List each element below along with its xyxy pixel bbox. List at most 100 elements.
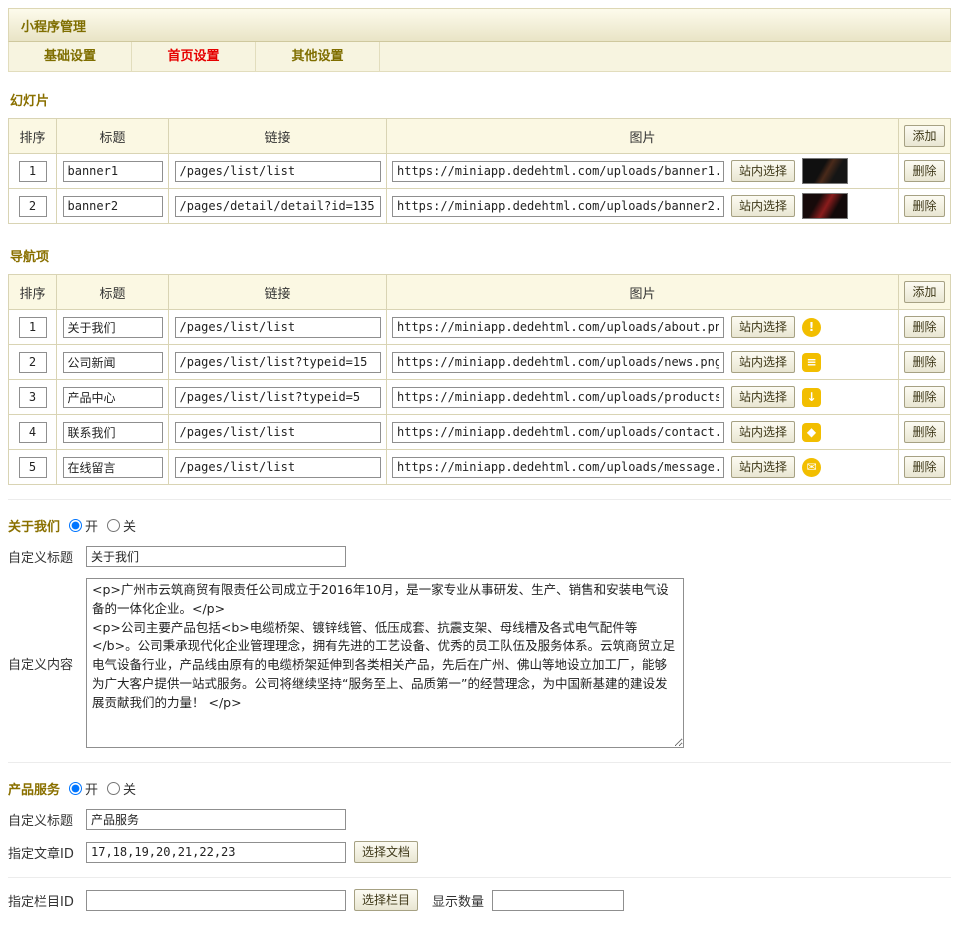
- nav-header-row: 排序 标题 链接 图片 添加: [9, 275, 951, 310]
- info-circle-icon: !: [802, 318, 821, 337]
- table-row: 站内选择 ! 删除: [9, 310, 951, 345]
- order-input[interactable]: [19, 422, 47, 443]
- add-button[interactable]: 添加: [904, 125, 944, 147]
- site-select-button[interactable]: 站内选择: [731, 195, 795, 217]
- delete-button[interactable]: 删除: [904, 160, 944, 182]
- table-row: 站内选择 删除: [9, 189, 951, 224]
- display-count-label: 显示数量: [432, 891, 484, 910]
- site-select-button[interactable]: 站内选择: [731, 421, 795, 443]
- link-input[interactable]: [175, 422, 381, 443]
- about-off-option[interactable]: 关: [107, 516, 136, 535]
- column-header-link: 链接: [169, 275, 387, 310]
- column-header-title: 标题: [57, 119, 169, 154]
- site-select-button[interactable]: 站内选择: [731, 386, 795, 408]
- image-url-input[interactable]: [392, 387, 724, 408]
- column-id-label: 指定栏目ID: [8, 891, 86, 910]
- products-off-radio[interactable]: [107, 782, 120, 795]
- site-select-button[interactable]: 站内选择: [731, 316, 795, 338]
- column-header-action: 添加: [899, 119, 951, 154]
- add-button[interactable]: 添加: [904, 281, 944, 303]
- image-url-input[interactable]: [392, 422, 724, 443]
- site-select-button[interactable]: 站内选择: [731, 456, 795, 478]
- products-title-row: 自定义标题: [8, 809, 951, 830]
- article-id-input[interactable]: [86, 842, 346, 863]
- about-title-row: 自定义标题: [8, 546, 951, 567]
- on-label: 开: [85, 516, 98, 535]
- image-url-input[interactable]: [392, 196, 724, 217]
- products-column-row: 指定栏目ID 选择栏目 显示数量: [8, 889, 951, 911]
- image-url-input[interactable]: [392, 352, 724, 373]
- column-header-image: 图片: [387, 119, 899, 154]
- products-heading: 产品服务: [8, 779, 60, 798]
- order-input[interactable]: [19, 387, 47, 408]
- delete-button[interactable]: 删除: [904, 421, 944, 443]
- tab-other-settings[interactable]: 其他设置: [256, 42, 380, 71]
- site-select-button[interactable]: 站内选择: [731, 160, 795, 182]
- about-content-row: 自定义内容 <p>广州市云筑商贸有限责任公司成立于2016年10月，是一家专业从…: [8, 578, 951, 748]
- slideshow-heading: 幻灯片: [10, 90, 49, 109]
- products-title-input[interactable]: [86, 809, 346, 830]
- display-count-input[interactable]: [492, 890, 624, 911]
- link-input[interactable]: [175, 161, 381, 182]
- about-title-input[interactable]: [86, 546, 346, 567]
- column-header-order: 排序: [9, 119, 57, 154]
- section-divider: [8, 499, 951, 500]
- select-document-button[interactable]: 选择文档: [354, 841, 418, 863]
- list-icon: ≡: [802, 353, 821, 372]
- title-input[interactable]: [63, 457, 163, 478]
- image-url-input[interactable]: [392, 457, 724, 478]
- link-input[interactable]: [175, 196, 381, 217]
- link-input[interactable]: [175, 387, 381, 408]
- tab-basic-settings[interactable]: 基础设置: [8, 42, 132, 71]
- title-input[interactable]: [63, 422, 163, 443]
- order-input[interactable]: [19, 161, 47, 182]
- delete-button[interactable]: 删除: [904, 195, 944, 217]
- about-section-header: 关于我们 开 关: [8, 516, 951, 535]
- image-url-input[interactable]: [392, 317, 724, 338]
- about-on-radio[interactable]: [69, 519, 82, 532]
- slideshow-table: 排序 标题 链接 图片 添加 站内选择 删除: [8, 118, 951, 224]
- delete-button[interactable]: 删除: [904, 351, 944, 373]
- products-article-row: 指定文章ID 选择文档: [8, 841, 951, 863]
- products-on-radio[interactable]: [69, 782, 82, 795]
- title-input[interactable]: [63, 196, 163, 217]
- delete-button[interactable]: 删除: [904, 456, 944, 478]
- about-title-label: 自定义标题: [8, 547, 86, 566]
- column-header-title: 标题: [57, 275, 169, 310]
- column-id-input[interactable]: [86, 890, 346, 911]
- title-input[interactable]: [63, 161, 163, 182]
- link-input[interactable]: [175, 317, 381, 338]
- order-input[interactable]: [19, 352, 47, 373]
- delete-button[interactable]: 删除: [904, 316, 944, 338]
- title-input[interactable]: [63, 352, 163, 373]
- banner2-thumbnail: [802, 193, 848, 219]
- link-input[interactable]: [175, 457, 381, 478]
- order-input[interactable]: [19, 317, 47, 338]
- section-divider: [8, 762, 951, 763]
- on-label: 开: [85, 779, 98, 798]
- about-off-radio[interactable]: [107, 519, 120, 532]
- about-on-option[interactable]: 开: [69, 516, 98, 535]
- column-header-order: 排序: [9, 275, 57, 310]
- off-label: 关: [123, 779, 136, 798]
- tab-home-settings[interactable]: 首页设置: [132, 42, 256, 71]
- download-icon: ↓: [802, 388, 821, 407]
- title-input[interactable]: [63, 387, 163, 408]
- page: 小程序管理 基础设置 首页设置 其他设置 幻灯片 排序 标题 链接 图片 添加: [0, 0, 959, 932]
- title-input[interactable]: [63, 317, 163, 338]
- message-icon: ✉: [802, 458, 821, 477]
- select-column-button[interactable]: 选择栏目: [354, 889, 418, 911]
- page-title-bar: 小程序管理: [8, 8, 951, 42]
- banner1-thumbnail: [802, 158, 848, 184]
- table-row: 站内选择 ≡ 删除: [9, 345, 951, 380]
- order-input[interactable]: [19, 196, 47, 217]
- products-on-option[interactable]: 开: [69, 779, 98, 798]
- delete-button[interactable]: 删除: [904, 386, 944, 408]
- table-row: 站内选择 删除: [9, 154, 951, 189]
- about-content-textarea[interactable]: <p>广州市云筑商贸有限责任公司成立于2016年10月，是一家专业从事研发、生产…: [86, 578, 684, 748]
- site-select-button[interactable]: 站内选择: [731, 351, 795, 373]
- order-input[interactable]: [19, 457, 47, 478]
- link-input[interactable]: [175, 352, 381, 373]
- products-off-option[interactable]: 关: [107, 779, 136, 798]
- image-url-input[interactable]: [392, 161, 724, 182]
